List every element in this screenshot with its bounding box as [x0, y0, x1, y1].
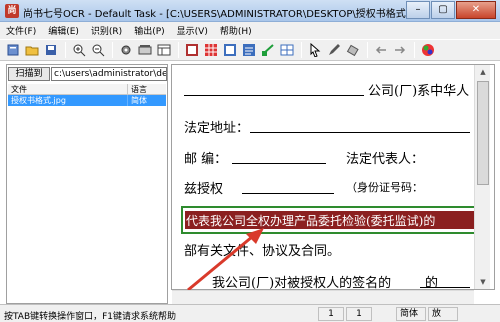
window-title: 尚书七号OCR - Default Task - [C:\USERS\ADMIN…	[23, 9, 430, 20]
window-controls: – ▢ ✕	[405, 1, 496, 19]
file-list-header: 文件 语言	[8, 84, 166, 95]
column-header-language[interactable]: 语言	[128, 84, 166, 94]
status-bar: 按TAB键转换操作窗口，F1键请求系统帮助 1 1 简体 放	[0, 304, 500, 322]
toolbar-separator	[178, 42, 179, 58]
pen-icon[interactable]	[325, 41, 343, 59]
menu-help[interactable]: 帮助(H)	[220, 24, 252, 37]
open-icon[interactable]	[23, 41, 41, 59]
cursor-icon[interactable]	[306, 41, 324, 59]
file-language: 简体	[131, 96, 147, 105]
doc-line-legal-rep: 法定代表人：	[346, 152, 425, 167]
doc-line-id-number: （身份证号码：	[346, 181, 423, 194]
arrow-right-icon[interactable]	[391, 41, 409, 59]
toolbar-separator	[301, 42, 302, 58]
arrow-left-icon[interactable]	[372, 41, 390, 59]
underline	[184, 95, 364, 96]
doc-line-address: 法定地址：	[184, 121, 250, 136]
file-panel: 扫描到 c:\users\administrator\de 文件 语言 授权书格…	[6, 64, 168, 304]
menu-recognize[interactable]: 识别(R)	[91, 24, 122, 37]
doc-line-company: 公司(厂)系中华人	[368, 84, 470, 99]
table-icon[interactable]	[202, 41, 220, 59]
new-icon[interactable]	[4, 41, 22, 59]
layout-icon[interactable]	[155, 41, 173, 59]
file-row[interactable]: 授权书格式.jpg 简体	[8, 95, 166, 106]
menu-file[interactable]: 文件(F)	[6, 24, 36, 37]
doc-line-signature-tail: 的	[425, 276, 439, 291]
toolbar-separator	[65, 42, 66, 58]
status-mode: 放	[428, 307, 458, 321]
ocr-run-icon[interactable]	[419, 41, 437, 59]
file-name: 授权书格式.jpg	[8, 95, 128, 106]
scroll-down-icon[interactable]: ▼	[475, 275, 491, 289]
toolbar-separator	[367, 42, 368, 58]
minimize-button[interactable]: –	[406, 1, 430, 19]
title-bar: 尚 尚书七号OCR - Default Task - [C:\USERS\ADM…	[0, 0, 500, 22]
text-region-icon[interactable]	[240, 41, 258, 59]
grid-icon[interactable]	[278, 41, 296, 59]
column-header-file[interactable]: 文件	[8, 84, 128, 94]
green-tool-icon[interactable]	[259, 41, 277, 59]
page-total: 1	[346, 307, 372, 321]
eraser-icon[interactable]	[344, 41, 362, 59]
app-icon[interactable]: 尚	[5, 4, 19, 18]
zoom-in-icon[interactable]	[70, 41, 88, 59]
region-icon[interactable]	[183, 41, 201, 59]
status-hint: 按TAB键转换操作窗口，F1键请求系统帮助	[4, 312, 177, 322]
toolbar	[0, 39, 500, 61]
close-button[interactable]: ✕	[456, 1, 496, 19]
toolbar-separator	[414, 42, 415, 58]
horizontal-scrollbar[interactable]	[172, 290, 474, 304]
annotation-arrow-icon	[187, 228, 264, 292]
underline	[232, 163, 326, 164]
menu-view[interactable]: 显示(V)	[177, 24, 208, 37]
settings-icon[interactable]	[117, 41, 135, 59]
vertical-scrollbar[interactable]: ▲ ▼	[474, 65, 490, 289]
scroll-up-icon[interactable]: ▲	[475, 65, 491, 79]
zoom-out-icon[interactable]	[89, 41, 107, 59]
underline	[420, 287, 470, 288]
path-input[interactable]: c:\users\administrator\de	[51, 67, 167, 81]
scroll-thumb[interactable]	[477, 81, 489, 185]
menu-output[interactable]: 输出(P)	[134, 24, 164, 37]
menu-edit[interactable]: 编辑(E)	[48, 24, 79, 37]
scan-icon[interactable]	[136, 41, 154, 59]
toolbar-separator	[112, 42, 113, 58]
doc-line-authorize: 兹授权	[184, 182, 224, 197]
save-icon[interactable]	[42, 41, 60, 59]
page-current: 1	[318, 307, 344, 321]
underline	[242, 193, 334, 194]
status-language: 简体	[396, 307, 426, 321]
doc-line-postcode: 邮 编：	[184, 152, 228, 167]
underline	[250, 132, 470, 133]
menu-bar: 文件(F) 编辑(E) 识别(R) 输出(P) 显示(V) 帮助(H)	[0, 22, 500, 39]
file-list: 文件 语言 授权书格式.jpg 简体	[8, 84, 166, 106]
image-region-icon[interactable]	[221, 41, 239, 59]
scan-to-button[interactable]: 扫描到	[8, 67, 50, 81]
maximize-button[interactable]: ▢	[431, 1, 455, 19]
